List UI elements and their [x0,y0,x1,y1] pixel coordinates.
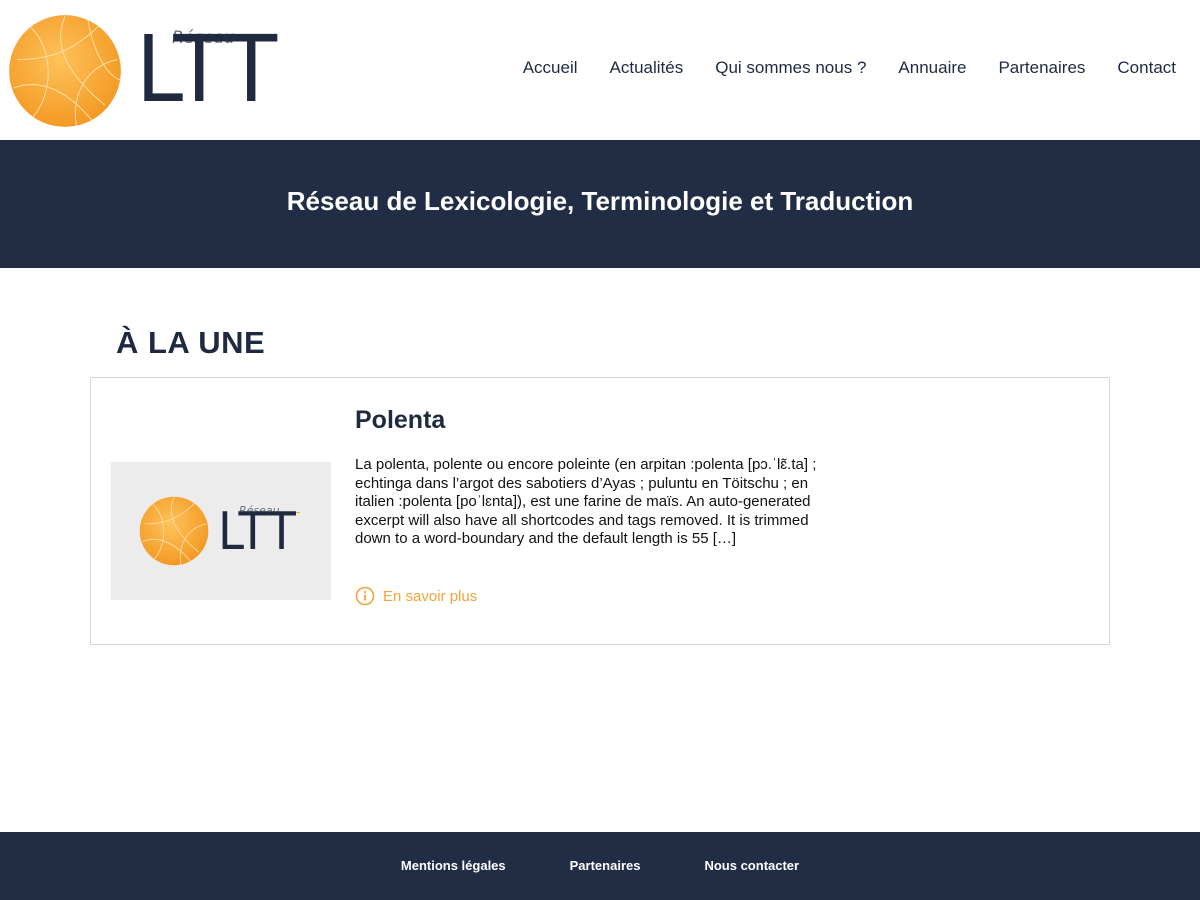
orange-orb-logo-icon [139,496,209,566]
orange-orb-logo-icon [9,15,122,127]
read-more-link[interactable]: En savoir plus [355,586,477,606]
logo-mark-text: LTT [136,16,279,123]
info-circle-icon [355,586,375,606]
site-header: Réseau LTT Accueil Actualités Qui sommes… [0,0,1200,140]
nav-item-actualites[interactable]: Actualités [610,58,684,78]
read-more-label: En savoir plus [383,587,478,605]
nav-item-contact[interactable]: Contact [1117,58,1176,78]
footer-links: Mentions légales Partenaires Nous contac… [0,858,1200,873]
nav-item-partenaires[interactable]: Partenaires [998,58,1085,78]
banner-title: Réseau de Lexicologie, Terminologie et T… [286,186,914,216]
post-excerpt: La polenta, polente ou encore poleinte (… [355,456,817,547]
main-nav: Accueil Actualités Qui sommes nous ? Ann… [491,58,1176,78]
thumbnail-mark-text: LTT [218,502,297,562]
post-card: Réseau LTT Polenta La polenta, polente o… [90,377,1110,645]
page-banner: Réseau de Lexicologie, Terminologie et T… [0,140,1200,268]
section-title: À LA UNE [116,325,266,360]
nav-item-accueil[interactable]: Accueil [523,58,578,78]
post-title[interactable]: Polenta [355,406,445,435]
site-logo[interactable]: Réseau LTT [8,12,278,128]
footer-link-mentions-legales[interactable]: Mentions légales [401,858,506,873]
footer-link-partenaires[interactable]: Partenaires [570,858,641,873]
footer-link-nous-contacter[interactable]: Nous contacter [704,858,799,873]
nav-item-qui-sommes-nous[interactable]: Qui sommes nous ? [715,58,866,78]
post-thumbnail[interactable]: Réseau LTT [111,462,331,600]
nav-item-annuaire[interactable]: Annuaire [898,58,966,78]
site-footer: Mentions légales Partenaires Nous contac… [0,832,1200,900]
